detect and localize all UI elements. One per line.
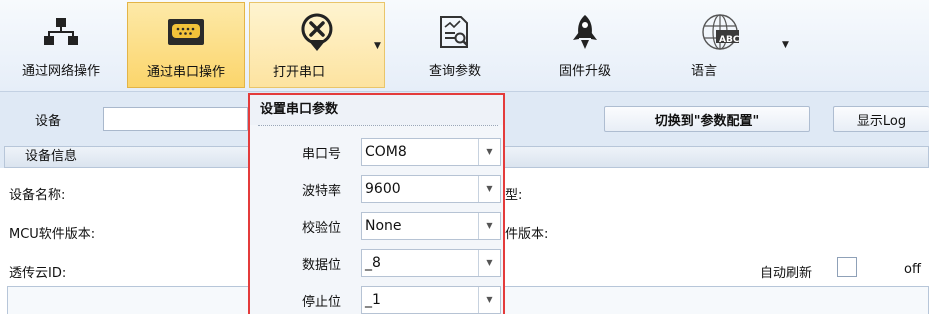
- databits-row: 数据位 _8 ▼: [250, 246, 503, 280]
- firmware-upgrade-button[interactable]: 固件升级: [535, 2, 635, 88]
- parity-row: 校验位 None ▼: [250, 209, 503, 243]
- network-operation-button[interactable]: 通过网络操作: [4, 2, 118, 88]
- databits-label: 数据位: [302, 258, 342, 273]
- open-serial-port-button[interactable]: 打开串口 ▼: [249, 2, 385, 88]
- firmware-upgrade-label: 固件升级: [558, 64, 611, 79]
- device-input[interactable]: [103, 107, 248, 131]
- stopbits-select[interactable]: _1 ▼: [361, 286, 501, 314]
- port-label: 串口号: [302, 147, 342, 162]
- device-info-title: 设备信息: [25, 149, 78, 164]
- popup-divider: [258, 125, 498, 126]
- network-operation-label: 通过网络操作: [21, 64, 100, 79]
- show-log-label: 显示Log: [856, 113, 907, 129]
- chevron-down-icon[interactable]: ▼: [478, 287, 500, 313]
- baud-value: 9600: [365, 181, 401, 197]
- parity-value: None: [365, 218, 402, 234]
- switch-to-config-button[interactable]: 切换到"参数配置": [604, 106, 810, 132]
- stopbits-label: 停止位: [302, 295, 342, 310]
- parity-select[interactable]: None ▼: [361, 212, 501, 240]
- databits-select[interactable]: _8 ▼: [361, 249, 501, 277]
- globe-abc-icon: ABC: [700, 10, 740, 54]
- baud-select[interactable]: 9600 ▼: [361, 175, 501, 203]
- auto-refresh-toggle[interactable]: [837, 257, 857, 277]
- popup-title: 设置串口参数: [250, 95, 503, 125]
- serial-operation-button[interactable]: 通过串口操作: [127, 2, 245, 88]
- mcu-version-label: MCU软件版本:: [9, 227, 96, 242]
- port-row: 串口号 COM8 ▼: [250, 135, 503, 169]
- language-badge: ABC: [719, 35, 740, 45]
- device-name-label: 设备名称:: [9, 188, 66, 203]
- query-document-icon: [439, 10, 471, 54]
- serial-port-icon: [167, 11, 205, 55]
- auto-refresh-state: off: [904, 262, 921, 277]
- show-log-button[interactable]: 显示Log: [833, 106, 929, 132]
- auto-refresh-label: 自动刷新: [760, 266, 813, 281]
- serial-settings-popup: 设置串口参数 串口号 COM8 ▼ 波特率 9600 ▼ 校验位 None ▼ …: [248, 93, 505, 314]
- ribbon: 通过网络操作 通过串口操作 打开串口 ▼ 查询参数 固件升级 ABC 语言 ▼: [0, 0, 929, 92]
- databits-value: _8: [365, 255, 381, 271]
- port-select[interactable]: COM8 ▼: [361, 138, 501, 166]
- chevron-down-icon[interactable]: ▼: [478, 213, 500, 239]
- dropdown-arrow-icon[interactable]: ▼: [782, 40, 789, 50]
- port-value: COM8: [365, 144, 407, 160]
- hardware-version-label: 件版本:: [505, 227, 549, 242]
- language-label: 语言: [690, 64, 717, 79]
- baud-label: 波特率: [302, 184, 342, 199]
- network-icon: [44, 10, 78, 54]
- baud-row: 波特率 9600 ▼: [250, 172, 503, 206]
- switch-to-config-label: 切换到"参数配置": [654, 113, 760, 129]
- chevron-down-icon[interactable]: ▼: [478, 250, 500, 276]
- chevron-down-icon[interactable]: ▼: [478, 139, 500, 165]
- dropdown-arrow-icon[interactable]: ▼: [374, 41, 381, 51]
- language-button[interactable]: ABC 语言 ▼: [660, 2, 789, 88]
- stopbits-row: 停止位 _1 ▼: [250, 283, 503, 314]
- rocket-icon: [572, 10, 598, 54]
- chevron-down-icon[interactable]: ▼: [478, 176, 500, 202]
- device-label: 设备: [35, 114, 62, 129]
- parity-label: 校验位: [302, 221, 342, 236]
- serial-operation-label: 通过串口操作: [146, 65, 225, 80]
- query-params-label: 查询参数: [428, 64, 481, 79]
- stopbits-value: _1: [365, 292, 381, 308]
- cloud-id-label: 透传云ID:: [9, 266, 67, 281]
- close-circle-pin-icon: [300, 11, 334, 55]
- query-params-button[interactable]: 查询参数: [405, 2, 505, 88]
- open-serial-port-label: 打开串口: [272, 65, 325, 80]
- device-type-label: 型:: [505, 188, 523, 203]
